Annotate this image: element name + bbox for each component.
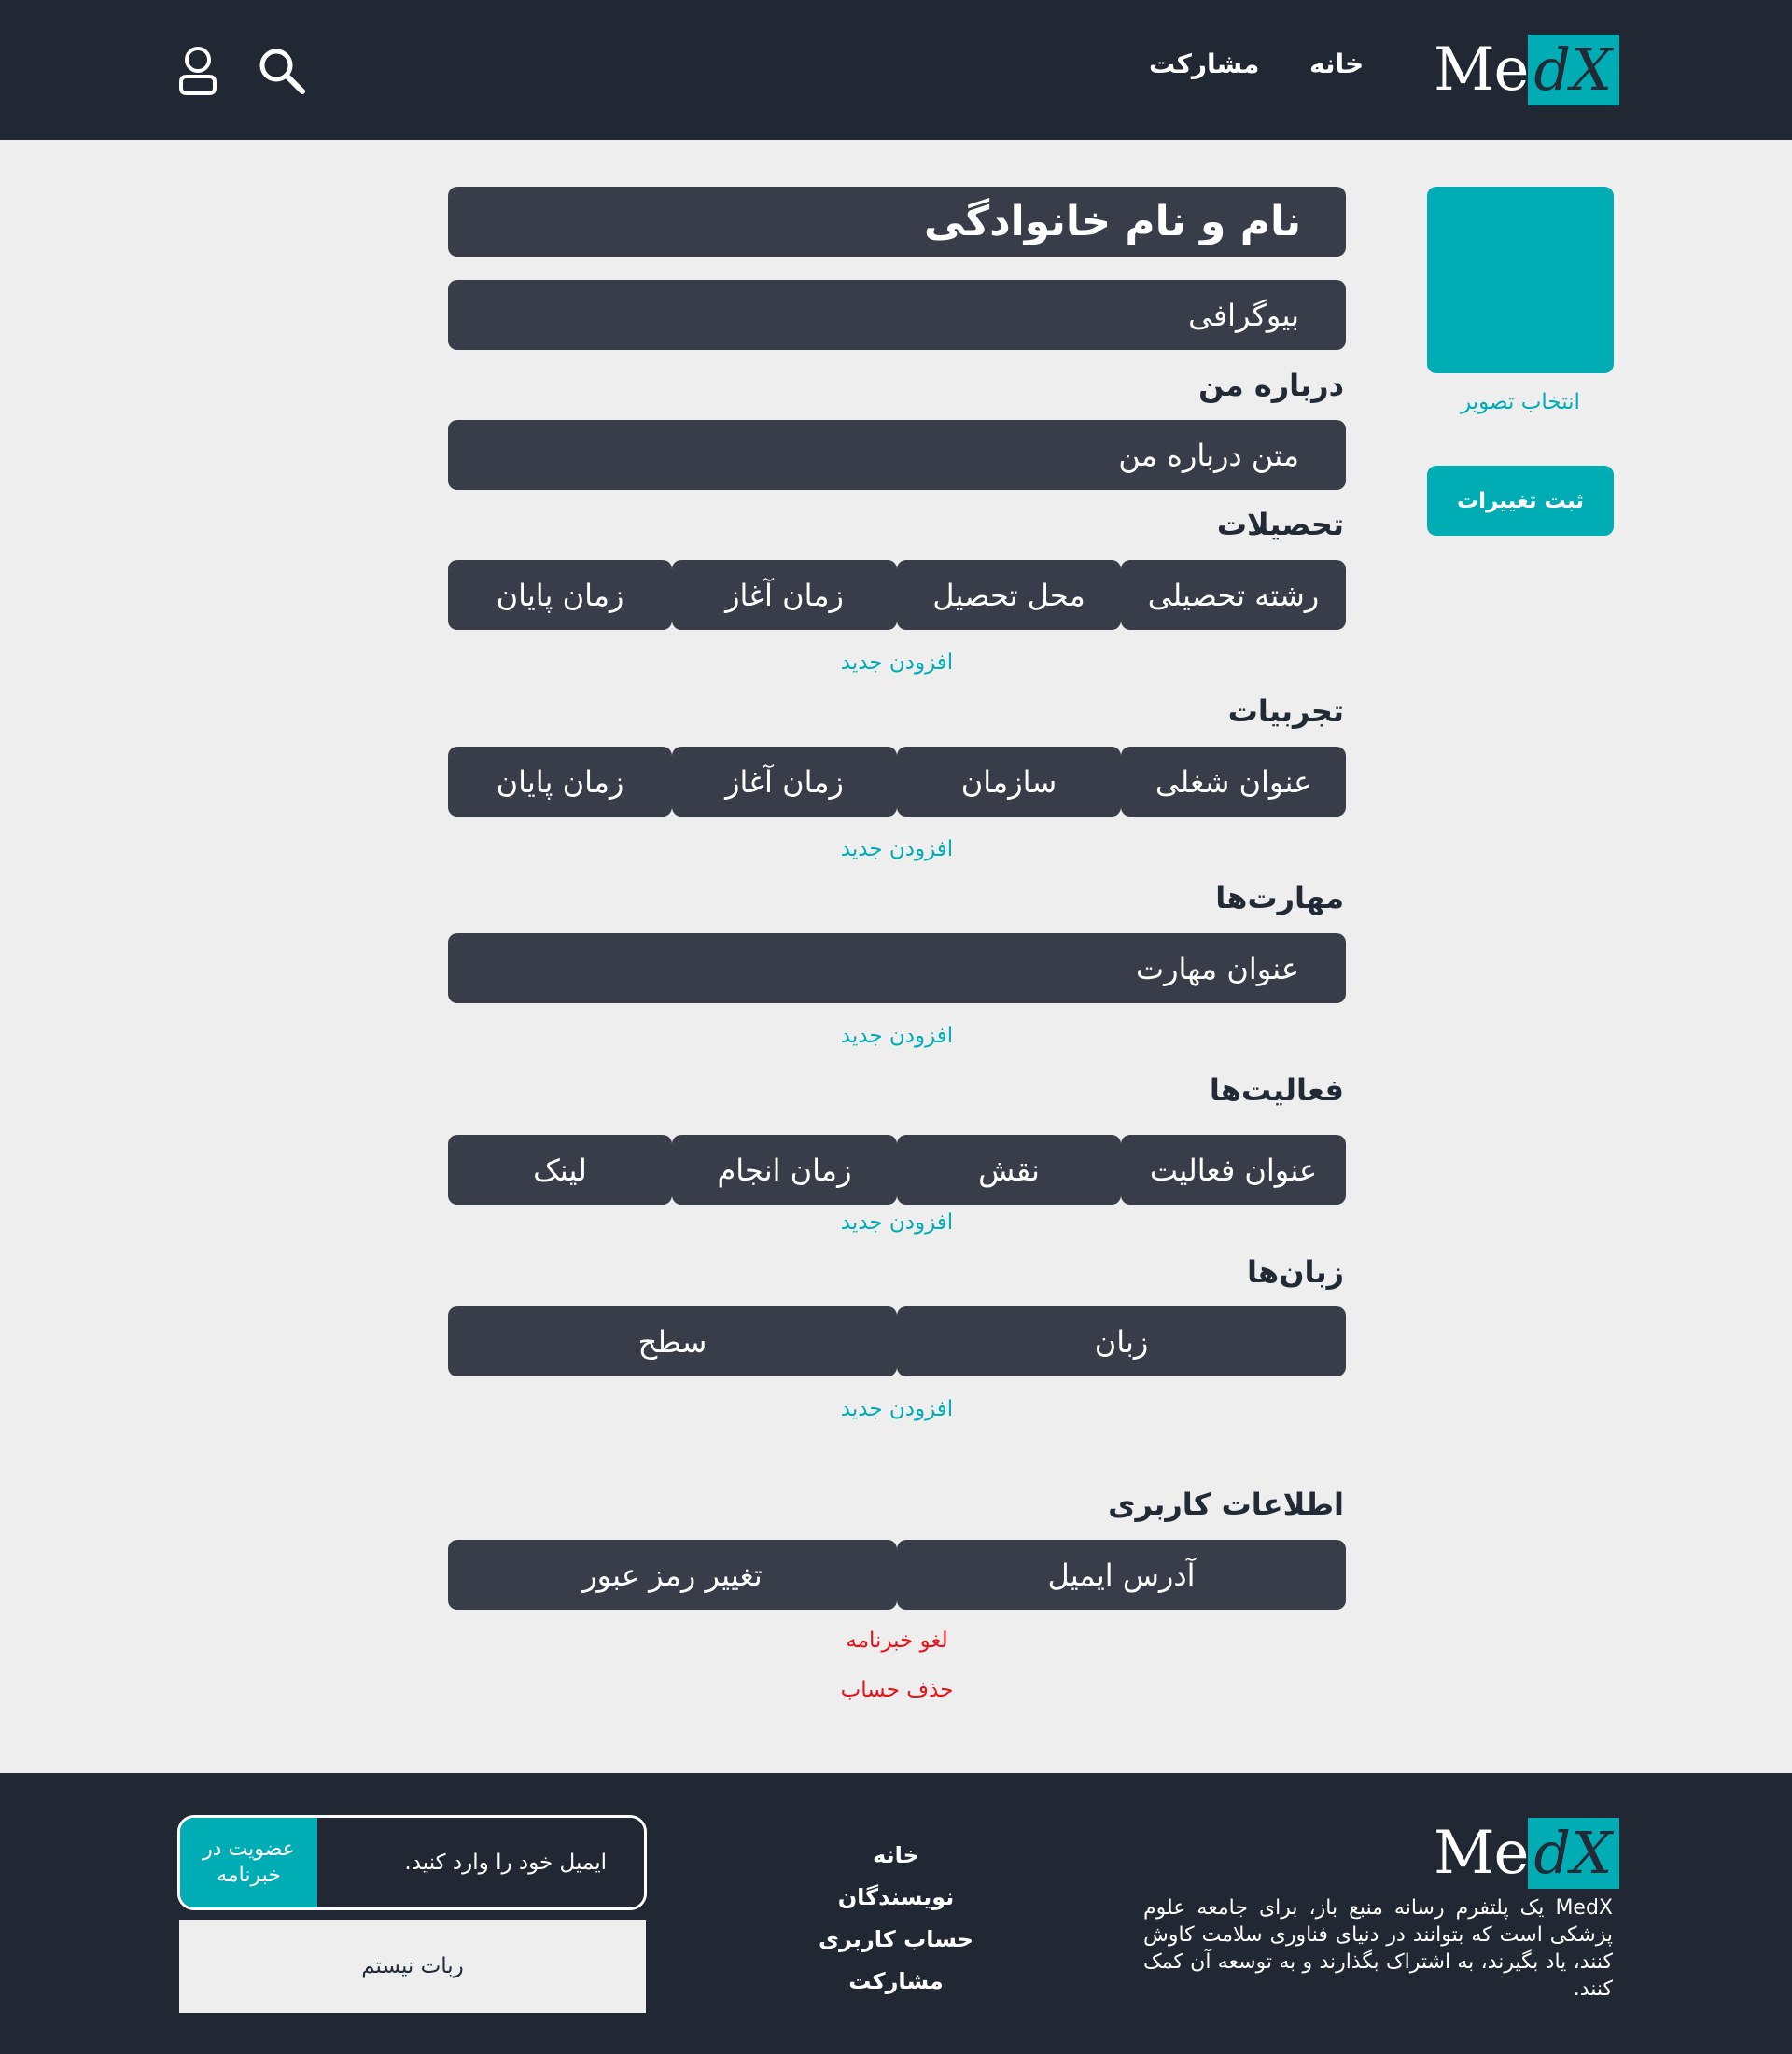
experience-add-link[interactable]: افزودن جدید	[448, 837, 1346, 861]
activity-field-date[interactable]: زمان انجام	[672, 1135, 897, 1205]
experience-field-start[interactable]: زمان آغاز	[672, 747, 897, 817]
delete-account-link[interactable]: حذف حساب	[448, 1678, 1346, 1702]
footer-links: خانه نویسندگان حساب کاربری مشارکت	[803, 1835, 989, 2003]
language-field-level[interactable]: سطح	[448, 1306, 897, 1376]
skill-placeholder: عنوان مهارت	[1135, 950, 1299, 986]
user-info-label: اطلاعات کاربری	[1108, 1487, 1344, 1522]
footer-link-home[interactable]: خانه	[803, 1835, 989, 1877]
footer-link-account[interactable]: حساب کاربری	[803, 1919, 989, 1961]
footer-link-contribute[interactable]: مشارکت	[803, 1961, 989, 2003]
languages-add-link[interactable]: افزودن جدید	[448, 1397, 1346, 1421]
biography-placeholder: بیوگرافی	[1188, 297, 1299, 333]
full-name-field[interactable]: نام و نام خانوادگی	[448, 187, 1346, 257]
choose-image-link[interactable]: انتخاب تصویر	[1427, 390, 1614, 414]
footer-logo-text-me: Me	[1434, 1819, 1529, 1888]
languages-label: زبان‌ها	[1247, 1254, 1344, 1290]
activities-label: فعالیت‌ها	[1209, 1072, 1344, 1108]
activities-add-link[interactable]: افزودن جدید	[448, 1210, 1346, 1235]
profile-image[interactable]	[1427, 187, 1614, 373]
language-field-name[interactable]: زبان	[897, 1306, 1346, 1376]
footer-logo-text-dx: dX	[1528, 1818, 1620, 1889]
education-add-link[interactable]: افزودن جدید	[448, 650, 1346, 675]
education-field-start[interactable]: زمان آغاز	[672, 560, 897, 630]
footer-link-authors[interactable]: نویسندگان	[803, 1877, 989, 1919]
experience-field-end[interactable]: زمان پایان	[448, 747, 672, 817]
experience-label: تجربیات	[1227, 693, 1344, 729]
nav-home[interactable]: خانه	[1309, 49, 1364, 79]
activity-field-link[interactable]: لینک	[448, 1135, 672, 1205]
newsletter-email-input[interactable]	[317, 1818, 644, 1907]
email-field[interactable]: آدرس ایمیل	[897, 1540, 1346, 1610]
search-icon[interactable]	[254, 43, 310, 99]
about-placeholder: متن درباره من	[1118, 437, 1299, 473]
skills-add-link[interactable]: افزودن جدید	[448, 1024, 1346, 1048]
biography-field[interactable]: بیوگرافی	[448, 280, 1346, 350]
activity-field-role[interactable]: نقش	[897, 1135, 1121, 1205]
footer-medx-logo[interactable]: Me dX	[1434, 1818, 1620, 1889]
activity-field-title[interactable]: عنوان فعالیت	[1121, 1135, 1346, 1205]
logo-text-dx: dX	[1528, 35, 1620, 105]
about-field[interactable]: متن درباره من	[448, 420, 1346, 490]
captcha-checkbox[interactable]: ربات نیستم	[179, 1920, 646, 2013]
full-name-placeholder: نام و نام خانوادگی	[924, 198, 1301, 245]
experience-field-job-title[interactable]: عنوان شغلی	[1121, 747, 1346, 817]
newsletter-form: عضویت در خبرنامه	[177, 1815, 647, 1910]
education-field-institution[interactable]: محل تحصیل	[897, 560, 1121, 630]
about-label: درباره من	[1198, 368, 1344, 403]
footer-description: MedX یک پلتفرم رسانه منبع باز، برای جامع…	[1143, 1896, 1613, 2001]
skills-label: مهارت‌ها	[1215, 880, 1344, 915]
site-header: Me dX خانه مشارکت	[0, 0, 1792, 140]
user-icon[interactable]	[170, 43, 226, 99]
newsletter-subscribe-button[interactable]: عضویت در خبرنامه	[180, 1818, 317, 1907]
education-field-major[interactable]: رشته تحصیلی	[1121, 560, 1346, 630]
skill-field[interactable]: عنوان مهارت	[448, 933, 1346, 1003]
nav-contribute[interactable]: مشارکت	[1149, 49, 1259, 79]
unsubscribe-newsletter-link[interactable]: لغو خبرنامه	[448, 1628, 1346, 1653]
experience-field-organization[interactable]: سازمان	[897, 747, 1121, 817]
change-password-button[interactable]: تغییر رمز عبور	[448, 1540, 897, 1610]
medx-logo[interactable]: Me dX	[1434, 35, 1620, 105]
logo-text-me: Me	[1434, 35, 1529, 105]
save-changes-button[interactable]: ثبت تغییرات	[1427, 466, 1614, 536]
education-label: تحصیلات	[1216, 507, 1344, 542]
education-field-end[interactable]: زمان پایان	[448, 560, 672, 630]
site-footer: Me dX MedX یک پلتفرم رسانه منبع باز، برای…	[0, 1773, 1792, 2054]
